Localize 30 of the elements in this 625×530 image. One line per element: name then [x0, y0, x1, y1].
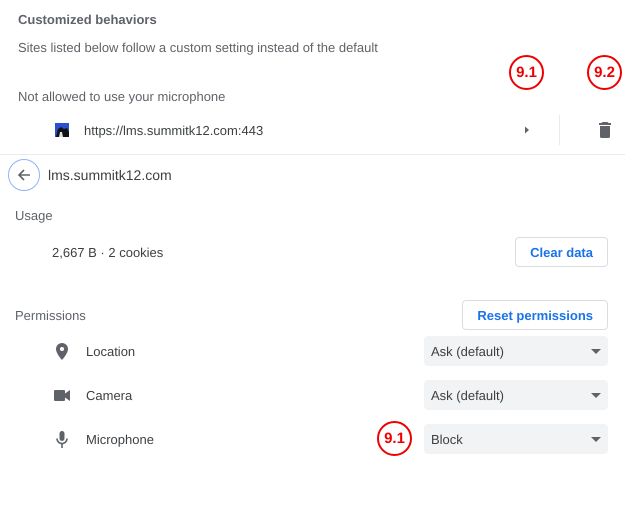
annotation-marker: 9.2	[587, 55, 622, 90]
site-url[interactable]: https://lms.summitk12.com:443	[84, 122, 507, 138]
permission-dropdown[interactable]: Ask (default)	[424, 336, 608, 366]
section-heading: Usage	[14, 206, 54, 225]
permission-dropdown[interactable]: Ask (default)	[424, 380, 608, 410]
dropdown-caret-icon	[591, 392, 601, 398]
permission-label: Location	[86, 344, 136, 358]
section-description: Sites listed below follow a custom setting instead of the default	[17, 39, 379, 57]
video-camera-icon	[54, 390, 70, 400]
caret-icon	[523, 126, 531, 134]
section-heading: Permissions	[15, 308, 86, 322]
back-arrow-icon	[17, 168, 31, 182]
site-title: lms.summitk12.com	[48, 167, 172, 183]
reset-permissions-button[interactable]: Reset permissions	[462, 300, 608, 330]
annotation-marker: 9.1	[377, 420, 412, 456]
location-pin-icon	[56, 342, 68, 360]
category-heading: Not allowed to use your microphone	[18, 89, 226, 104]
permission-label: Camera	[86, 388, 132, 402]
back-button[interactable]	[8, 159, 40, 191]
clear-data-button[interactable]: Clear data	[515, 237, 608, 267]
dropdown-caret-icon	[591, 436, 601, 442]
trash-icon	[599, 122, 611, 138]
usage-summary: 2,667 B · 2 cookies	[52, 244, 164, 260]
microphone-icon	[56, 430, 68, 448]
dropdown-caret-icon	[591, 348, 601, 354]
section-title: Customized behaviors	[17, 11, 158, 29]
favicon-icon	[55, 123, 69, 137]
annotation-marker: 9.1	[509, 55, 544, 90]
permission-label: Microphone	[86, 432, 154, 446]
permission-dropdown[interactable]: Block	[424, 424, 608, 454]
